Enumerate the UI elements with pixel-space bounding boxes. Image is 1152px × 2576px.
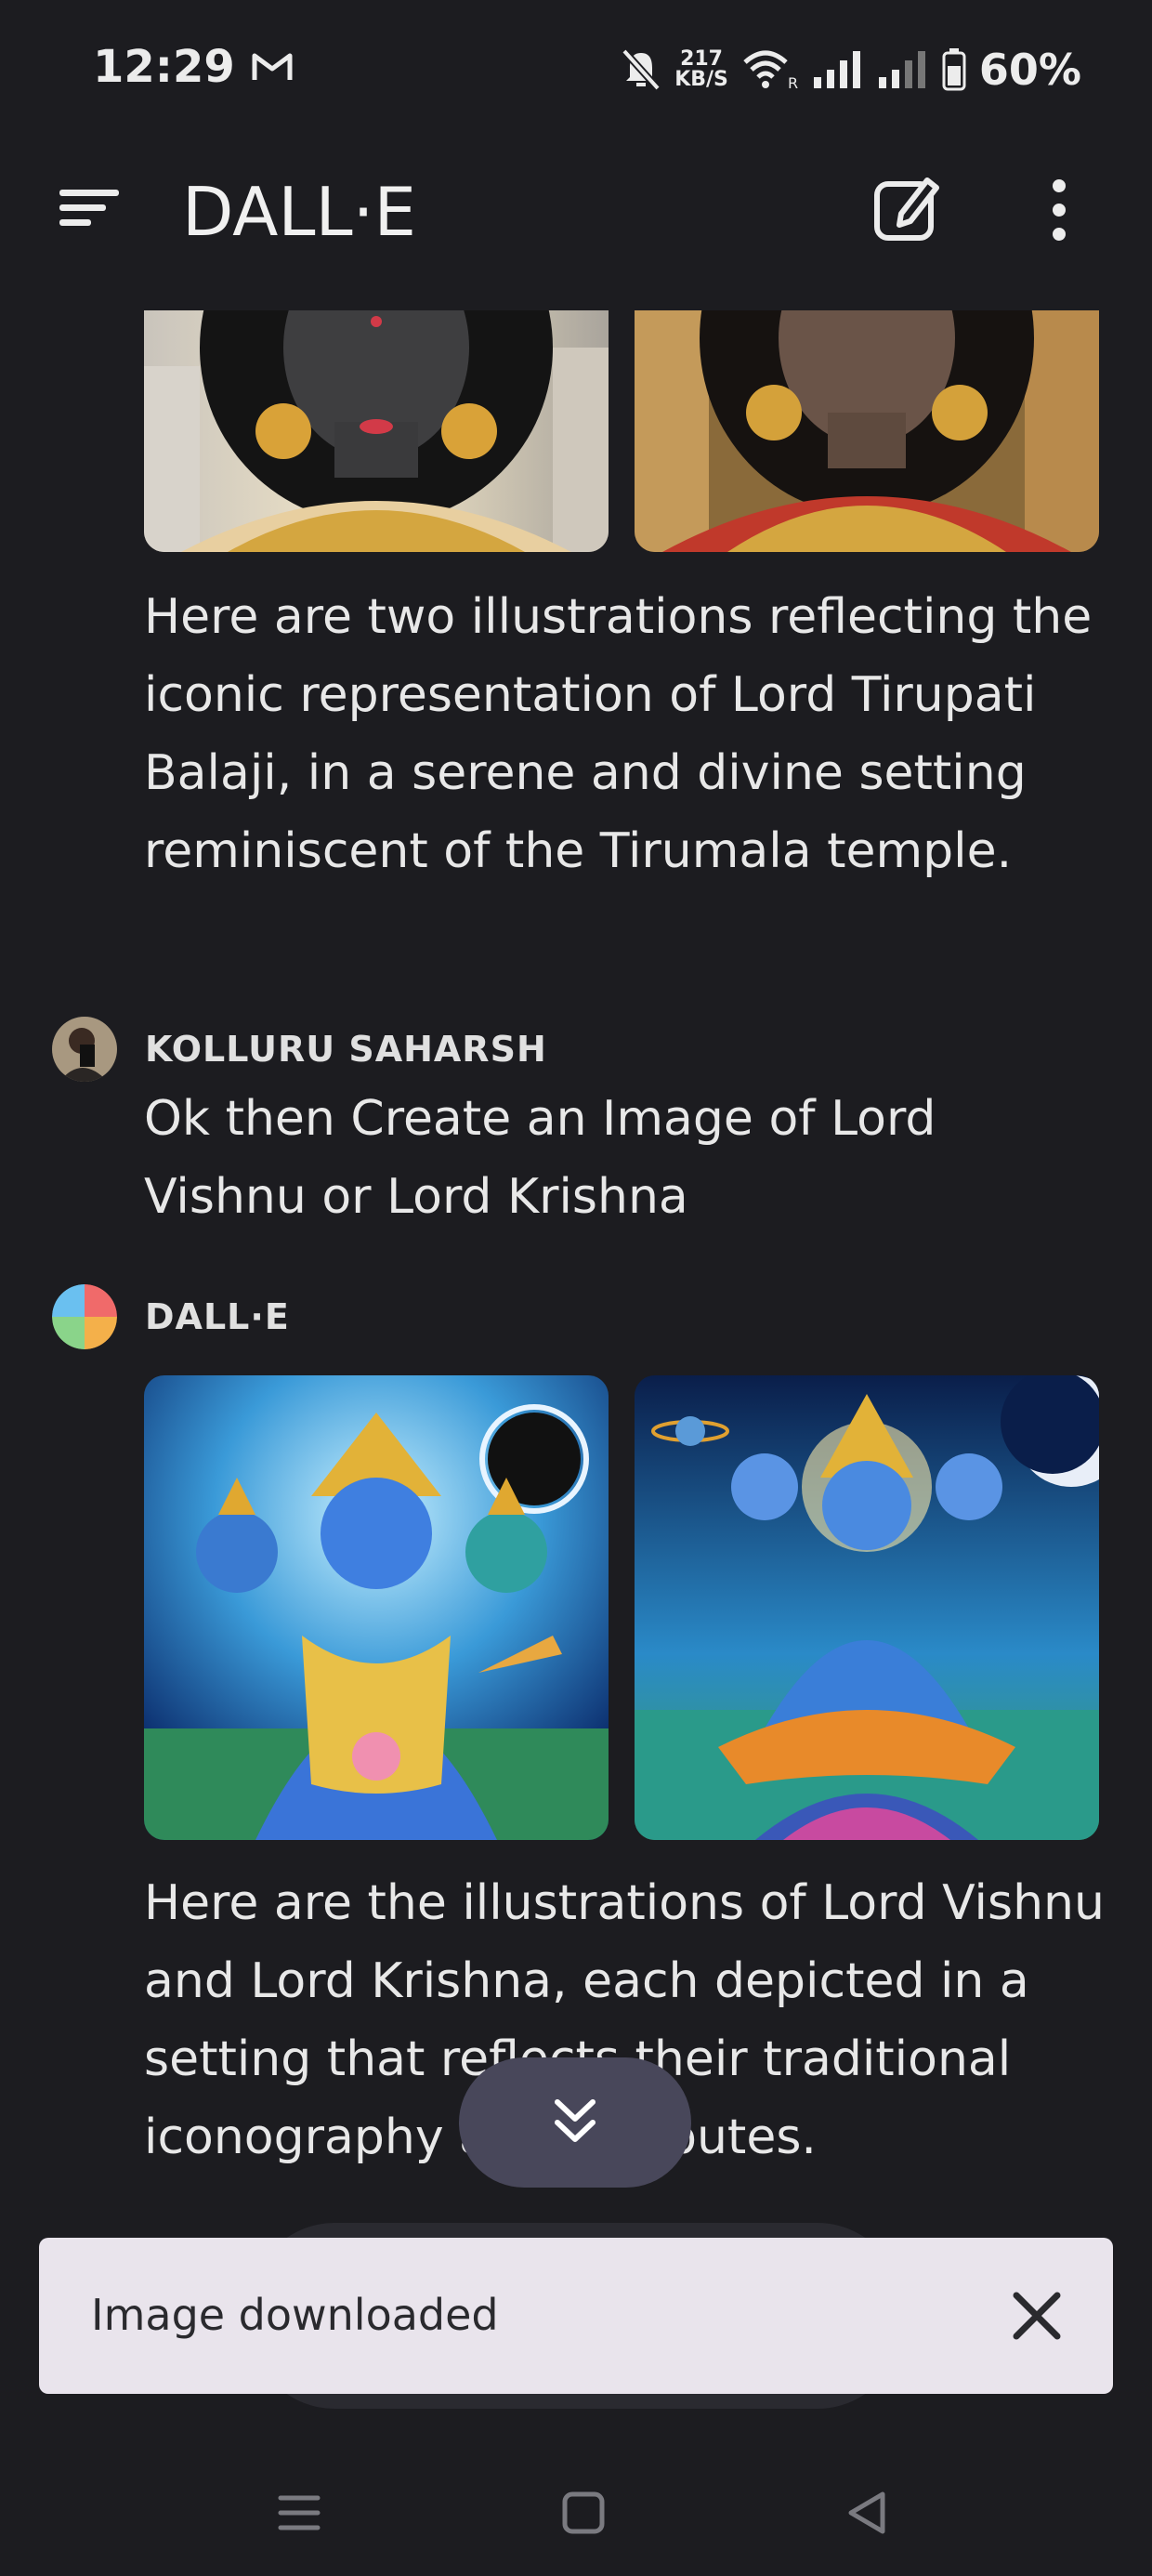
generated-image-balaji-2[interactable] <box>635 310 1099 552</box>
snackbar: Image downloaded <box>39 2238 1113 2394</box>
mute-icon <box>622 48 661 91</box>
generated-image-vishnu-1[interactable] <box>144 1375 609 1840</box>
more-options-icon[interactable] <box>1041 173 1078 247</box>
close-icon[interactable] <box>998 2277 1076 2355</box>
user-avatar <box>52 1017 117 1082</box>
home-icon[interactable] <box>556 2485 611 2541</box>
generated-image-balaji-1[interactable] <box>144 310 609 552</box>
back-icon[interactable] <box>840 2485 896 2541</box>
user-author-row: KOLLURU SAHARSH <box>52 1017 547 1082</box>
status-bar: 12:29 217 KB/S R 60% <box>0 0 1152 139</box>
battery-percentage: 60% <box>978 45 1081 95</box>
wifi-icon: R <box>743 50 798 90</box>
scroll-to-bottom-button[interactable] <box>459 2057 691 2188</box>
new-chat-edit-icon[interactable] <box>870 171 944 245</box>
snackbar-text: Image downloaded <box>91 2290 499 2340</box>
status-time: 12:29 <box>93 41 235 93</box>
battery-icon <box>942 48 966 91</box>
system-nav-bar <box>0 2453 1152 2576</box>
signal-icon <box>813 51 860 88</box>
status-icons: 217 KB/S R 60% <box>621 37 1081 102</box>
app-title: DALL·E <box>182 173 417 251</box>
assistant-author-row: DALL·E <box>52 1284 290 1349</box>
svg-text:R: R <box>788 74 798 90</box>
user-message-text: Ok then Create an Image of Lord Vishnu o… <box>144 1091 936 1225</box>
user-author-name: KOLLURU SAHARSH <box>145 1029 547 1070</box>
net-speed: 217 KB/S <box>674 47 728 91</box>
app-bar: DALL·E <box>0 139 1152 279</box>
dalle-avatar <box>52 1284 117 1349</box>
assistant-author-name: DALL·E <box>145 1296 290 1337</box>
assistant-message-text: Here are two illustrations reflecting th… <box>144 589 1093 879</box>
recent-apps-icon[interactable] <box>271 2485 327 2541</box>
generated-image-vishnu-2[interactable] <box>635 1375 1099 1840</box>
menu-icon[interactable] <box>56 184 123 232</box>
double-chevron-down-icon <box>555 2099 596 2142</box>
signal-icon-2 <box>878 51 925 88</box>
gmail-icon <box>252 53 293 80</box>
